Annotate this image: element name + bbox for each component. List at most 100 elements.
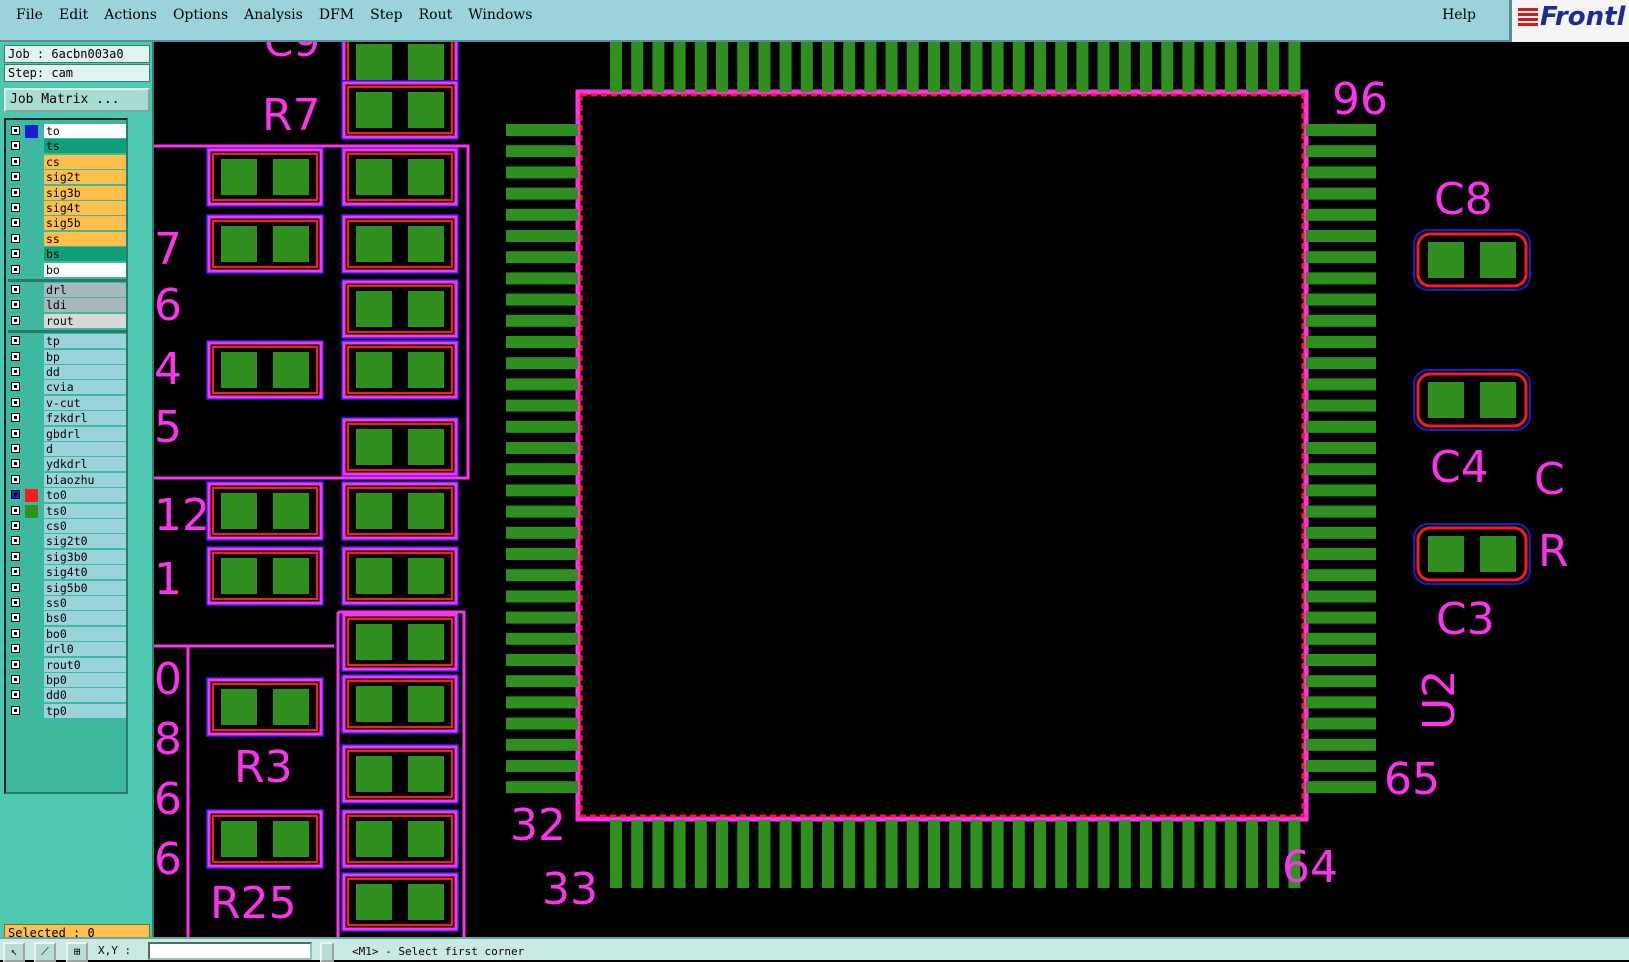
- layer-checkbox[interactable]: [11, 690, 20, 700]
- layer-checkbox[interactable]: [11, 336, 20, 346]
- menu-help[interactable]: Help: [1434, 7, 1484, 23]
- layer-checkbox[interactable]: [11, 141, 20, 151]
- menu-options[interactable]: Options: [165, 7, 236, 23]
- layer-row-tp0[interactable]: tp0: [8, 703, 126, 719]
- layer-row-cvia[interactable]: cvia: [8, 380, 126, 395]
- line-tool-icon[interactable]: ⟋: [34, 942, 56, 962]
- layer-row-sig5b[interactable]: sig5b: [8, 216, 126, 231]
- layer-name[interactable]: drl: [44, 283, 126, 297]
- menu-rout[interactable]: Rout: [411, 7, 461, 23]
- layer-row-ts[interactable]: ts: [8, 139, 126, 154]
- layer-checkbox[interactable]: [11, 551, 20, 561]
- layer-checkbox[interactable]: [11, 126, 20, 135]
- layer-row-cs0[interactable]: cs0: [8, 519, 126, 534]
- separator-handle[interactable]: [320, 942, 334, 962]
- layer-checkbox[interactable]: [11, 156, 20, 166]
- layer-row-to0[interactable]: to0: [8, 488, 126, 503]
- layer-name[interactable]: rout: [44, 313, 126, 328]
- layer-row-ss0[interactable]: ss0: [8, 596, 126, 611]
- layer-row-sig3b[interactable]: sig3b: [8, 185, 126, 201]
- menu-dfm[interactable]: DFM: [311, 7, 362, 23]
- layer-checkbox[interactable]: [11, 521, 20, 530]
- layer-name[interactable]: dd0: [44, 688, 126, 703]
- menu-actions[interactable]: Actions: [96, 7, 165, 23]
- layer-name[interactable]: bs0: [44, 611, 126, 626]
- layer-checkbox[interactable]: [11, 659, 20, 669]
- menu-step[interactable]: Step: [362, 7, 410, 23]
- menu-windows[interactable]: Windows: [460, 7, 540, 23]
- layer-row-sig3b0[interactable]: sig3b0: [8, 549, 126, 565]
- layer-row-bp[interactable]: bp: [8, 349, 126, 365]
- layer-name[interactable]: ts0: [44, 503, 126, 518]
- layer-name[interactable]: drl0: [44, 642, 126, 657]
- layer-checkbox[interactable]: [11, 300, 20, 310]
- layer-name[interactable]: sig5b: [44, 216, 126, 231]
- layer-row-biaozhu[interactable]: biaozhu: [8, 472, 126, 488]
- layer-name[interactable]: bo0: [44, 626, 126, 641]
- layer-name[interactable]: bo: [44, 262, 126, 277]
- layer-checkbox[interactable]: [11, 218, 20, 228]
- layer-name[interactable]: to: [44, 124, 126, 138]
- layer-name[interactable]: sig3b0: [44, 549, 126, 564]
- layer-name[interactable]: bs: [44, 247, 126, 262]
- layer-name[interactable]: to0: [44, 488, 126, 503]
- layer-row-ts0[interactable]: ts0: [8, 503, 126, 519]
- layer-name[interactable]: sig3b: [44, 185, 126, 200]
- xy-input[interactable]: [148, 942, 312, 960]
- layer-checkbox[interactable]: [11, 413, 20, 423]
- layer-row-bs[interactable]: bs: [8, 247, 126, 262]
- grid-tool-icon[interactable]: ⊞: [66, 942, 88, 962]
- layer-name[interactable]: tp0: [44, 703, 126, 718]
- layer-name[interactable]: biaozhu: [44, 472, 126, 487]
- layer-name[interactable]: dd: [44, 365, 126, 379]
- layer-row-to[interactable]: to: [8, 124, 126, 139]
- layer-name[interactable]: ss: [44, 231, 126, 246]
- layer-checkbox[interactable]: [11, 444, 20, 453]
- job-matrix-button[interactable]: Job Matrix ...: [4, 88, 150, 112]
- layer-checkbox[interactable]: [11, 628, 20, 638]
- menu-analysis[interactable]: Analysis: [236, 7, 311, 23]
- layer-row-bp0[interactable]: bp0: [8, 673, 126, 688]
- layer-row-ss[interactable]: ss: [8, 231, 126, 247]
- layer-checkbox[interactable]: [11, 187, 20, 197]
- layer-checkbox[interactable]: [11, 582, 20, 592]
- layer-row-sig2t0[interactable]: sig2t0: [8, 534, 126, 549]
- layer-row-rout[interactable]: rout: [8, 313, 126, 329]
- layer-checkbox[interactable]: [11, 459, 20, 469]
- layer-row-bo0[interactable]: bo0: [8, 626, 126, 642]
- layer-name[interactable]: fzkdrl: [44, 411, 126, 426]
- layer-checkbox[interactable]: [11, 567, 20, 577]
- layer-row-ldi[interactable]: ldi: [8, 298, 126, 313]
- layer-checkbox[interactable]: [11, 598, 20, 607]
- layer-checkbox[interactable]: [11, 474, 20, 484]
- layer-checkbox[interactable]: [11, 351, 20, 361]
- layer-row-dd[interactable]: dd: [8, 365, 126, 380]
- layer-name[interactable]: sig5b0: [44, 580, 126, 595]
- layer-row-drl0[interactable]: drl0: [8, 642, 126, 657]
- layer-checkbox[interactable]: [11, 613, 20, 623]
- layer-name[interactable]: bp0: [44, 673, 126, 687]
- layer-name[interactable]: sig4t0: [44, 565, 126, 580]
- layer-checkbox[interactable]: [11, 428, 20, 438]
- menu-file[interactable]: File: [8, 7, 51, 23]
- layer-name[interactable]: cs: [44, 154, 126, 169]
- layer-row-ydkdrl[interactable]: ydkdrl: [8, 457, 126, 472]
- layer-name[interactable]: cs0: [44, 519, 126, 533]
- layer-checkbox[interactable]: [11, 705, 20, 715]
- layer-checkbox[interactable]: [11, 397, 20, 407]
- layer-row-drl[interactable]: drl: [8, 283, 126, 298]
- layer-name[interactable]: v-cut: [44, 395, 126, 410]
- layer-row-bs0[interactable]: bs0: [8, 611, 126, 626]
- layer-name[interactable]: ldi: [44, 298, 126, 313]
- layer-name[interactable]: bp: [44, 349, 126, 364]
- layer-row-dd0[interactable]: dd0: [8, 688, 126, 703]
- layer-checkbox[interactable]: [11, 675, 20, 684]
- layer-checkbox[interactable]: [11, 172, 20, 182]
- layer-checkbox[interactable]: [11, 203, 20, 212]
- layer-checkbox[interactable]: [11, 315, 20, 325]
- layer-row-tp[interactable]: tp: [8, 334, 126, 349]
- layer-name[interactable]: ydkdrl: [44, 457, 126, 472]
- layer-row-gbdrl[interactable]: gbdrl: [8, 426, 126, 442]
- layer-name[interactable]: ts: [44, 139, 126, 154]
- layer-name[interactable]: gbdrl: [44, 426, 126, 441]
